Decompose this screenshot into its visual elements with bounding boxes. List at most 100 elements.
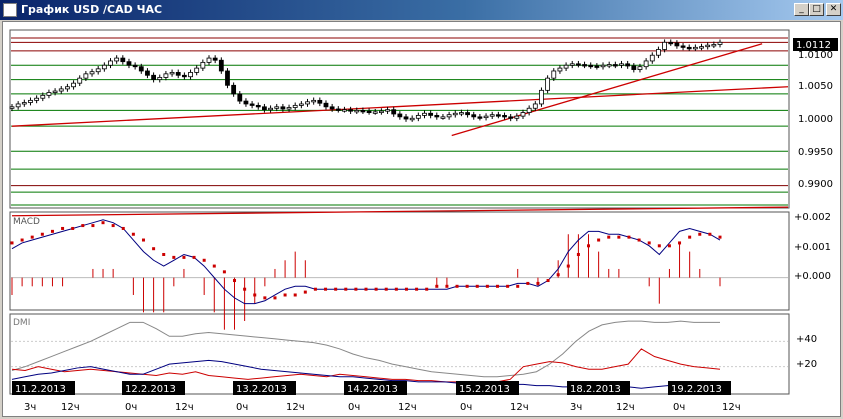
macd-signal-point (475, 284, 479, 288)
candle-body (397, 113, 403, 118)
candle-body (631, 65, 637, 70)
candle-body (9, 106, 15, 109)
macd-signal-point (617, 235, 621, 239)
candle-body (662, 41, 667, 50)
dmi-adx-line (11, 320, 720, 378)
candle-body (206, 57, 212, 63)
candle-body (656, 49, 661, 56)
macd-tick: +0.001 (794, 242, 831, 253)
macd-signal-point (445, 284, 449, 288)
macd-signal-point (637, 238, 641, 242)
macd-signal-point (273, 296, 277, 300)
macd-signal-point (516, 284, 520, 288)
candle-body (465, 112, 470, 116)
macd-signal-point (394, 287, 398, 291)
macd-signal-point (91, 224, 95, 228)
candle-body (582, 64, 587, 67)
date-label: 18.2.2013 (570, 384, 621, 395)
macd-signal-point (698, 232, 702, 236)
macd-signal-point (192, 255, 196, 259)
candle-body (680, 45, 686, 48)
price-tick: 1.0000 (798, 114, 833, 125)
macd-signal-point (243, 287, 247, 291)
candle-body (169, 72, 175, 75)
candle-body (452, 112, 458, 116)
price-trendline (451, 43, 763, 137)
candle-body (274, 106, 280, 109)
candle-body (21, 102, 27, 105)
macd-signal-point (597, 238, 601, 242)
candle-body (175, 72, 181, 76)
candle-body (717, 41, 723, 45)
candle-body (600, 64, 606, 68)
macd-signal-point (233, 279, 237, 283)
macd-panel-border (9, 211, 790, 311)
macd-signal-point (283, 293, 287, 297)
candle-body (539, 89, 544, 105)
hour-label: 3ч (24, 402, 36, 413)
candle-body (52, 90, 58, 93)
macd-signal-point (263, 296, 267, 300)
candle-body (163, 73, 169, 78)
candle-body (576, 63, 581, 66)
chart-canvas[interactable]: 1.0100 1.0050 1.0000 0.9950 0.9900 1.011… (0, 0, 843, 419)
hour-label: 12ч (616, 402, 635, 413)
price-tick: 1.0050 (798, 81, 833, 92)
macd-signal-point (708, 232, 712, 236)
candle-body (126, 61, 132, 66)
candle-body (335, 108, 341, 111)
candle-body (255, 104, 261, 108)
dmi-axis: +40 +20 (796, 334, 817, 370)
price-axis: 1.0100 1.0050 1.0000 0.9950 0.9900 (798, 50, 833, 190)
candle-body (181, 74, 187, 78)
candle-body (34, 97, 40, 101)
candle-body (619, 63, 624, 66)
candle-body (502, 115, 507, 118)
macd-signal-point (587, 244, 591, 248)
candle-body (471, 114, 477, 118)
hour-label: 12ч (510, 402, 529, 413)
candle-body (323, 102, 329, 108)
candle-body (89, 71, 95, 75)
candle-body (329, 106, 335, 110)
candle-body (686, 46, 692, 50)
dmi-tick: +40 (796, 334, 817, 345)
candle-body (317, 99, 323, 104)
candle-body (705, 44, 711, 48)
candle-body (612, 64, 618, 67)
candle-body (15, 103, 21, 108)
candle-body (225, 70, 230, 86)
candle-body (101, 64, 107, 70)
macd-signal-point (293, 293, 297, 297)
macd-signal-point (546, 279, 550, 283)
macd-signal-point (576, 252, 580, 256)
candle-body (298, 103, 304, 106)
candle-body (477, 116, 483, 119)
candle-body (514, 115, 520, 119)
macd-signal-point (131, 232, 135, 236)
date-label: 12.2.2013 (125, 384, 176, 395)
macd-signal-point (101, 221, 105, 225)
date-label: 19.2.2013 (671, 384, 722, 395)
candle-body (489, 114, 495, 117)
candle-body (212, 57, 218, 61)
candle-body (428, 112, 434, 116)
macd-signal-point (71, 226, 75, 230)
candle-body (508, 116, 514, 119)
candle-body (366, 110, 372, 114)
candle-body (305, 101, 310, 105)
candle-body (692, 46, 698, 50)
candle-body (188, 72, 193, 78)
dmi-reference-lines (11, 340, 788, 368)
macd-line (11, 219, 721, 305)
candle-body (342, 109, 347, 112)
macd-signal-point (334, 287, 338, 291)
candle-body (446, 114, 452, 118)
candle-body (237, 93, 243, 102)
macd-signal-point (172, 255, 176, 259)
date-label: 15.2.2013 (459, 384, 510, 395)
macd-signal-point (344, 287, 348, 291)
macd-signal-point (425, 287, 429, 291)
candle-body (120, 57, 126, 63)
candle-body (643, 60, 649, 68)
